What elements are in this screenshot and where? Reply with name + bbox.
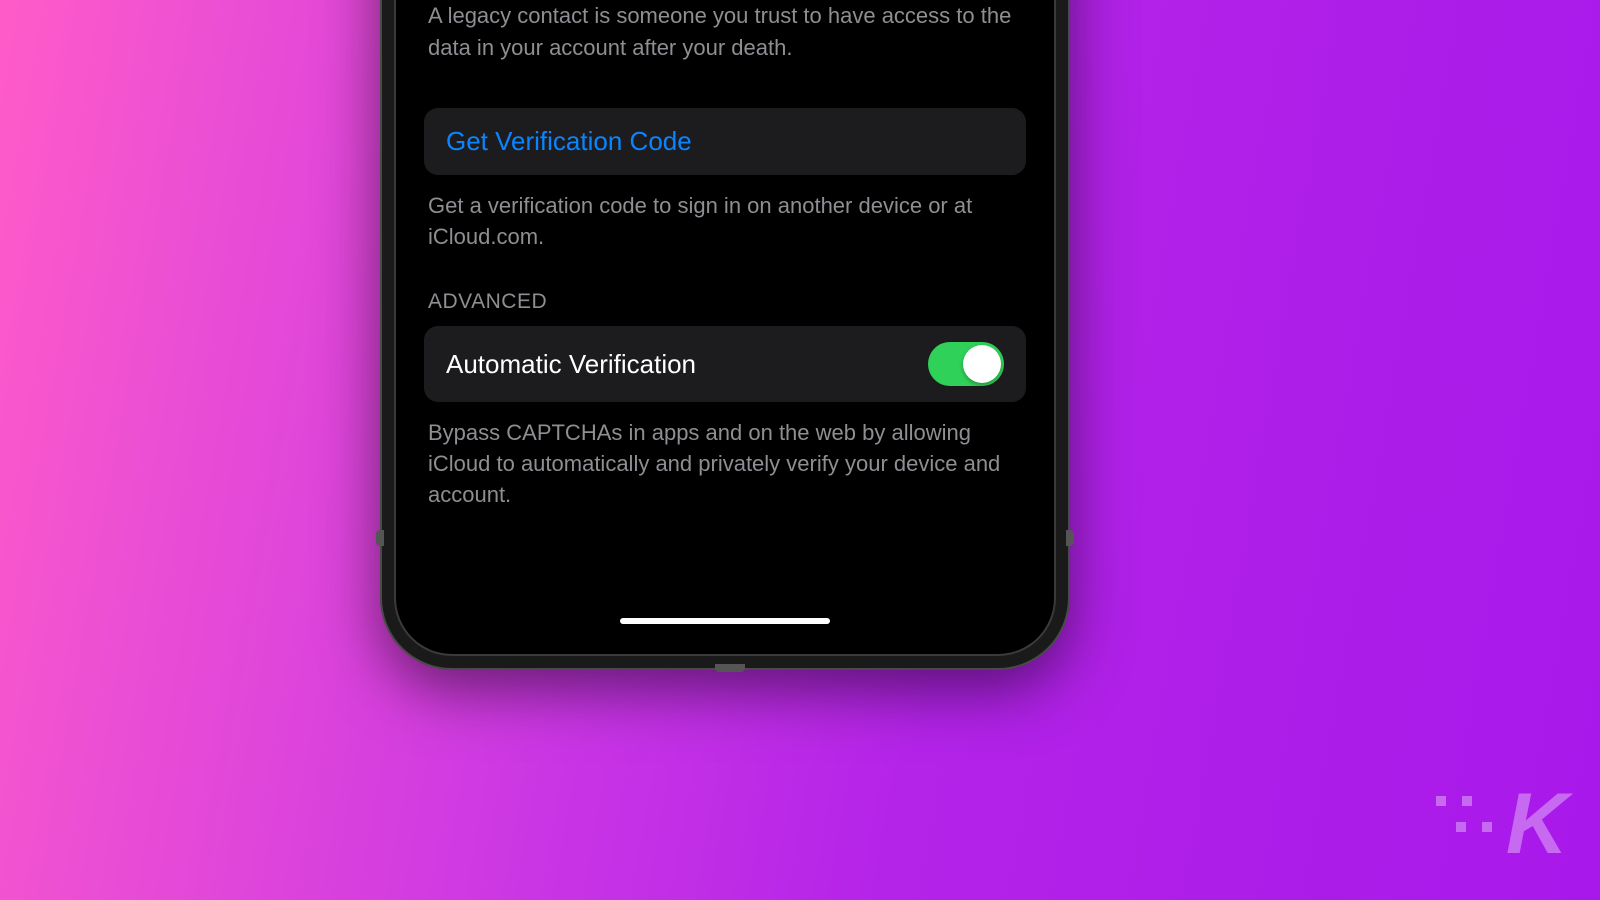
automatic-verification-row: Automatic Verification xyxy=(424,326,1026,402)
legacy-contact-description: A legacy contact is someone you trust to… xyxy=(424,0,1026,64)
automatic-verification-toggle[interactable] xyxy=(928,342,1004,386)
watermark-dots xyxy=(1456,822,1492,832)
home-indicator[interactable] xyxy=(620,618,830,624)
phone-frame: A legacy contact is someone you trust to… xyxy=(380,0,1070,670)
automatic-verification-label: Automatic Verification xyxy=(446,349,696,380)
get-verification-code-button[interactable]: Get Verification Code xyxy=(424,108,1026,175)
advanced-section-header: ADVANCED xyxy=(424,290,1026,326)
watermark-logo: K xyxy=(1506,775,1562,874)
automatic-verification-description: Bypass CAPTCHAs in apps and on the web b… xyxy=(424,418,1026,510)
phone-antenna-right xyxy=(1066,530,1074,546)
watermark-dots xyxy=(1436,796,1472,806)
phone-antenna-left xyxy=(376,530,384,546)
settings-screen: A legacy contact is someone you trust to… xyxy=(400,0,1050,638)
verification-code-description: Get a verification code to sign in on an… xyxy=(424,191,1026,253)
phone-antenna-bottom xyxy=(715,664,745,672)
get-verification-code-label: Get Verification Code xyxy=(446,126,692,156)
toggle-knob xyxy=(963,345,1001,383)
